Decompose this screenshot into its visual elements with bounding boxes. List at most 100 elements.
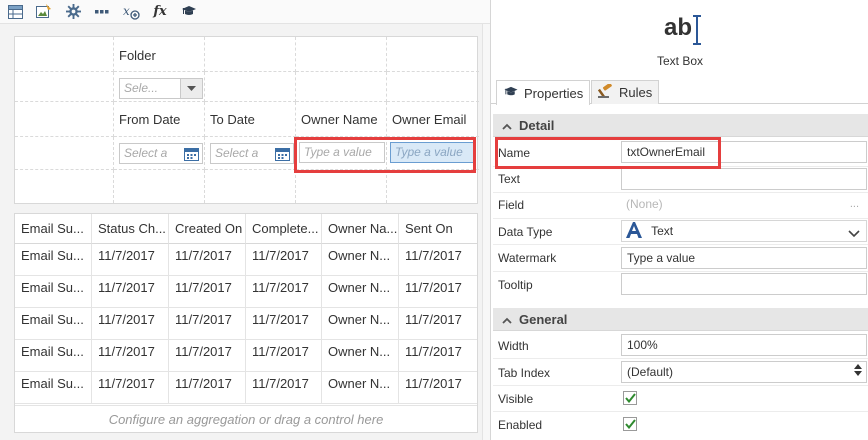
column-header[interactable]: Sent On bbox=[399, 214, 477, 244]
layout-cell bbox=[296, 37, 387, 72]
image-edit-icon[interactable] bbox=[35, 3, 53, 21]
chevron-down-icon bbox=[848, 224, 860, 241]
table-cell: 11/7/2017 bbox=[169, 340, 246, 372]
divider bbox=[493, 271, 868, 272]
text-property-label: Text bbox=[498, 172, 521, 186]
table-cell: 11/7/2017 bbox=[169, 244, 246, 276]
table-cell: Email Su... bbox=[15, 308, 92, 340]
textbox-control-icon: ab bbox=[664, 14, 693, 41]
name-property-input[interactable]: txtOwnerEmail bbox=[621, 141, 867, 163]
table-cell: 11/7/2017 bbox=[246, 276, 322, 308]
chevron-up-icon bbox=[502, 118, 512, 133]
tab-index-stepper[interactable]: (Default) bbox=[621, 361, 867, 383]
table-cell: 11/7/2017 bbox=[92, 340, 169, 372]
from-date-picker[interactable]: Select a bbox=[119, 143, 203, 164]
layout-cell bbox=[296, 170, 387, 203]
general-section-header[interactable]: General bbox=[493, 308, 868, 331]
data-type-label: Data Type bbox=[498, 225, 553, 239]
text-property-input[interactable] bbox=[621, 168, 867, 190]
table-cell: 11/7/2017 bbox=[246, 308, 322, 340]
column-header[interactable]: Created On bbox=[169, 214, 246, 244]
control-type-label: Text Box bbox=[656, 54, 704, 68]
folder-dropdown[interactable]: Sele... bbox=[119, 78, 203, 99]
visible-checkbox[interactable] bbox=[623, 391, 637, 405]
canvas-scrollbar[interactable] bbox=[482, 24, 490, 440]
chevron-up-icon bbox=[502, 312, 512, 327]
divider bbox=[493, 411, 868, 412]
watermark-property-input[interactable]: Type a value bbox=[621, 247, 867, 269]
layout-cell bbox=[205, 72, 296, 102]
watermark-property-label: Watermark bbox=[498, 251, 557, 265]
aggregation-dropzone[interactable]: Configure an aggregation or drag a contr… bbox=[15, 405, 477, 433]
layout-cell bbox=[205, 170, 296, 203]
graduation-cap-icon bbox=[503, 85, 519, 102]
divider bbox=[493, 244, 868, 245]
general-section-title: General bbox=[519, 311, 568, 327]
detail-section-title: Detail bbox=[519, 117, 555, 133]
column-header[interactable]: Complete... bbox=[246, 214, 322, 244]
column-header[interactable]: Owner Na... bbox=[322, 214, 399, 244]
layout-cell bbox=[15, 37, 114, 72]
field-property-text: (None) bbox=[626, 197, 663, 211]
table-cell: Owner N... bbox=[322, 244, 399, 276]
column-header[interactable]: Email Su... bbox=[15, 214, 92, 244]
to-date-placeholder: Select a bbox=[215, 146, 259, 160]
table-cell: 11/7/2017 bbox=[92, 244, 169, 276]
layout-cell bbox=[114, 170, 205, 203]
table-cell: 11/7/2017 bbox=[169, 308, 246, 340]
data-type-value: Text bbox=[651, 224, 674, 238]
caret-down-icon[interactable] bbox=[180, 79, 202, 98]
from-date-label: From Date bbox=[119, 112, 181, 127]
table-cell: 11/7/2017 bbox=[399, 372, 477, 404]
owner-name-input[interactable]: Type a value bbox=[299, 142, 385, 163]
table-cell: 11/7/2017 bbox=[399, 276, 477, 308]
detail-section-header[interactable]: Detail bbox=[493, 114, 868, 137]
grid-icon[interactable] bbox=[6, 3, 24, 21]
to-date-picker[interactable]: Select a bbox=[210, 143, 294, 164]
text-cursor-icon bbox=[693, 15, 701, 45]
field-property-value: (None) ... bbox=[621, 194, 867, 216]
to-date-label: To Date bbox=[210, 112, 255, 127]
table-cell: 11/7/2017 bbox=[399, 244, 477, 276]
filter-table: Folder Sele... From Date To Date Owner N… bbox=[14, 36, 479, 204]
folder-dropdown-placeholder: Sele... bbox=[124, 81, 159, 95]
tab-rules[interactable]: Rules bbox=[591, 80, 660, 104]
layout-cell bbox=[15, 137, 114, 170]
calendar-icon[interactable] bbox=[181, 144, 202, 163]
stepper-arrows[interactable] bbox=[854, 364, 862, 376]
width-property-input[interactable]: 100% bbox=[621, 334, 867, 356]
layout-cell bbox=[15, 72, 114, 102]
caret-down-icon bbox=[854, 371, 862, 376]
table-cell: Owner N... bbox=[322, 308, 399, 340]
variable-icon[interactable]: x bbox=[122, 3, 140, 21]
divider bbox=[493, 358, 868, 359]
tooltip-property-label: Tooltip bbox=[498, 278, 533, 292]
tab-properties[interactable]: Properties bbox=[496, 80, 591, 105]
layout-cell bbox=[387, 37, 479, 72]
owner-email-input[interactable]: Type a value bbox=[390, 142, 475, 163]
data-type-dropdown[interactable]: Text bbox=[621, 220, 867, 242]
layout-cell bbox=[15, 102, 114, 137]
field-browse-button[interactable]: ... bbox=[850, 194, 859, 214]
column-header[interactable]: Status Ch... bbox=[92, 214, 169, 244]
divider bbox=[493, 218, 868, 219]
enabled-checkbox[interactable] bbox=[623, 417, 637, 431]
table-cell: 11/7/2017 bbox=[246, 340, 322, 372]
graduation-cap-icon[interactable] bbox=[180, 3, 198, 21]
gear-icon[interactable] bbox=[64, 3, 82, 21]
form-designer: x fx Folder Sele... From Date To Date Ow… bbox=[0, 0, 490, 440]
more-icon[interactable] bbox=[93, 3, 111, 21]
panel-tabs: Properties Rules bbox=[491, 80, 868, 105]
table-cell: 11/7/2017 bbox=[169, 276, 246, 308]
calendar-icon[interactable] bbox=[272, 144, 293, 163]
function-icon[interactable]: fx bbox=[151, 3, 169, 21]
table-cell: 11/7/2017 bbox=[169, 372, 246, 404]
table-cell: 11/7/2017 bbox=[92, 372, 169, 404]
table-cell: 11/7/2017 bbox=[92, 276, 169, 308]
divider bbox=[493, 385, 868, 386]
properties-panel: ab Text Box Properties Rules Detail Name… bbox=[490, 0, 868, 440]
table-cell: Owner N... bbox=[322, 276, 399, 308]
table-cell: 11/7/2017 bbox=[399, 340, 477, 372]
tooltip-property-input[interactable] bbox=[621, 273, 867, 295]
from-date-placeholder: Select a bbox=[124, 146, 168, 160]
